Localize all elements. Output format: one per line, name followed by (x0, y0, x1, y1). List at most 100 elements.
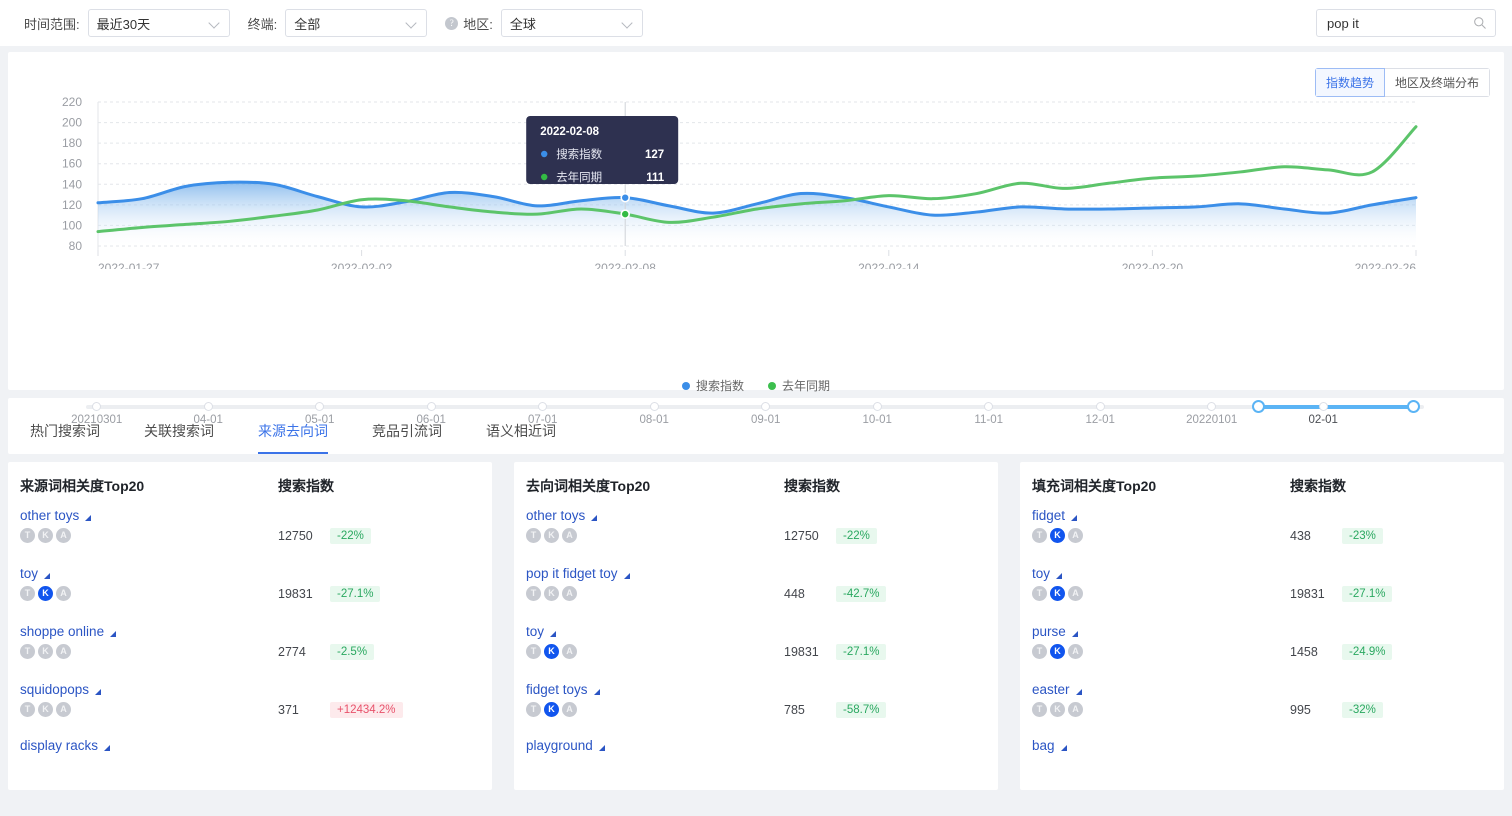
legend-item-search-index[interactable]: 搜索指数 (681, 377, 744, 394)
legend-item-last-year[interactable]: 去年同期 (768, 377, 830, 394)
keyword-link[interactable]: fidget (1032, 508, 1065, 523)
slider-tick-dot[interactable] (761, 402, 771, 411)
terminal-select[interactable]: 全部 (285, 9, 428, 37)
expand-corner-icon[interactable] (104, 744, 111, 751)
slider-tick-dot[interactable] (538, 402, 548, 411)
expand-corner-icon[interactable] (95, 688, 102, 695)
slider-tick-dot[interactable] (984, 402, 994, 411)
slider-tick-dot[interactable] (1095, 402, 1105, 411)
badge-k[interactable]: K (38, 644, 53, 659)
badge-a[interactable]: A (562, 586, 577, 601)
keyword-link[interactable]: pop it fidget toy (526, 566, 618, 581)
slider-tick-dot[interactable] (649, 402, 659, 411)
slider-handle-right[interactable] (1406, 400, 1420, 413)
expand-corner-icon[interactable] (85, 514, 92, 521)
slider-tick-dot[interactable] (203, 402, 213, 411)
badge-k[interactable]: K (38, 702, 53, 717)
tab-4[interactable]: 语义相近词 (486, 421, 578, 454)
metric-cell: 1458 -24.9% (1290, 622, 1393, 660)
toggle-region-terminal[interactable]: 地区及终端分布 (1384, 68, 1490, 97)
slider-track[interactable] (86, 405, 1424, 409)
search-input[interactable] (1325, 14, 1473, 32)
slider-tick-label: 12-01 (1085, 414, 1115, 426)
badge-t[interactable]: T (20, 586, 35, 601)
expand-corner-icon[interactable] (623, 572, 630, 579)
badge-a[interactable]: A (56, 586, 71, 601)
expand-corner-icon[interactable] (1071, 514, 1078, 521)
badge-t[interactable]: T (526, 644, 541, 659)
badge-k[interactable]: K (544, 586, 559, 601)
keyword-link[interactable]: squidopops (20, 682, 89, 697)
keyword-link[interactable]: toy (1032, 566, 1050, 581)
expand-corner-icon[interactable] (1071, 630, 1078, 637)
badge-t[interactable]: T (1032, 702, 1047, 717)
help-circle-icon[interactable]: ? (445, 16, 459, 30)
badge-t[interactable]: T (20, 644, 35, 659)
expand-corner-icon[interactable] (550, 630, 557, 637)
slider-handle-left[interactable] (1251, 400, 1265, 413)
tab-0[interactable]: 热门搜索词 (30, 421, 122, 454)
badge-a[interactable]: A (1068, 586, 1083, 601)
badge-k[interactable]: K (1050, 586, 1065, 601)
slider-tick-dot[interactable] (92, 402, 102, 411)
keyword-link[interactable]: easter (1032, 682, 1070, 697)
badge-t[interactable]: T (20, 702, 35, 717)
expand-corner-icon[interactable] (1075, 688, 1082, 695)
slider-tick-dot[interactable] (1318, 402, 1328, 411)
badge-t[interactable]: T (526, 528, 541, 543)
time-range-select[interactable]: 最近30天 (87, 9, 230, 37)
slider-tick-dot[interactable] (1207, 402, 1217, 411)
keyword-link[interactable]: toy (20, 566, 38, 581)
chart-plot-area[interactable]: 220 200 180 160 140 120 100 80 2022-01-27 2022-02… (8, 94, 1504, 269)
badge-k[interactable]: K (1050, 702, 1065, 717)
keyword-link[interactable]: other toys (526, 508, 585, 523)
badge-a[interactable]: A (1068, 702, 1083, 717)
slider-tick-dot[interactable] (872, 402, 882, 411)
expand-corner-icon[interactable] (1056, 572, 1063, 579)
badge-k[interactable]: K (544, 702, 559, 717)
expand-corner-icon[interactable] (593, 688, 600, 695)
badge-k[interactable]: K (1050, 644, 1065, 659)
badge-t[interactable]: T (1032, 528, 1047, 543)
badge-t[interactable]: T (526, 586, 541, 601)
badge-a[interactable]: A (1068, 528, 1083, 543)
badge-a[interactable]: A (56, 702, 71, 717)
keyword-link[interactable]: playground (526, 738, 593, 753)
badge-a[interactable]: A (562, 644, 577, 659)
badge-t[interactable]: T (20, 528, 35, 543)
slider-selected-range[interactable] (1258, 405, 1414, 409)
badge-a[interactable]: A (1068, 644, 1083, 659)
slider-tick-dot[interactable] (426, 402, 436, 411)
badge-a[interactable]: A (56, 528, 71, 543)
tab-2[interactable]: 来源去向词 (258, 421, 350, 454)
keyword-link[interactable]: bag (1032, 738, 1055, 753)
badge-k[interactable]: K (38, 586, 53, 601)
expand-corner-icon[interactable] (1060, 744, 1067, 751)
keyword-link[interactable]: other toys (20, 508, 79, 523)
tab-1[interactable]: 关联搜索词 (144, 421, 236, 454)
badge-k[interactable]: K (544, 528, 559, 543)
badge-k[interactable]: K (38, 528, 53, 543)
expand-corner-icon[interactable] (44, 572, 51, 579)
toggle-index-trend[interactable]: 指数趋势 (1314, 68, 1385, 97)
badge-t[interactable]: T (526, 702, 541, 717)
keyword-link[interactable]: display racks (20, 738, 98, 753)
tab-3[interactable]: 竞品引流词 (372, 421, 464, 454)
keyword-link[interactable]: toy (526, 624, 544, 639)
badge-k[interactable]: K (544, 644, 559, 659)
badge-a[interactable]: A (56, 644, 71, 659)
region-select[interactable]: 全球 (500, 9, 643, 37)
expand-corner-icon[interactable] (591, 514, 598, 521)
expand-corner-icon[interactable] (598, 744, 605, 751)
keyword-link[interactable]: fidget toys (526, 682, 588, 697)
keyword-link[interactable]: shoppe online (20, 624, 104, 639)
keyword-link[interactable]: purse (1032, 624, 1066, 639)
badge-k[interactable]: K (1050, 528, 1065, 543)
badge-t[interactable]: T (1032, 644, 1047, 659)
expand-corner-icon[interactable] (110, 630, 117, 637)
search-icon[interactable] (1473, 16, 1487, 30)
badge-t[interactable]: T (1032, 586, 1047, 601)
slider-tick-dot[interactable] (315, 402, 325, 411)
badge-a[interactable]: A (562, 528, 577, 543)
badge-a[interactable]: A (562, 702, 577, 717)
